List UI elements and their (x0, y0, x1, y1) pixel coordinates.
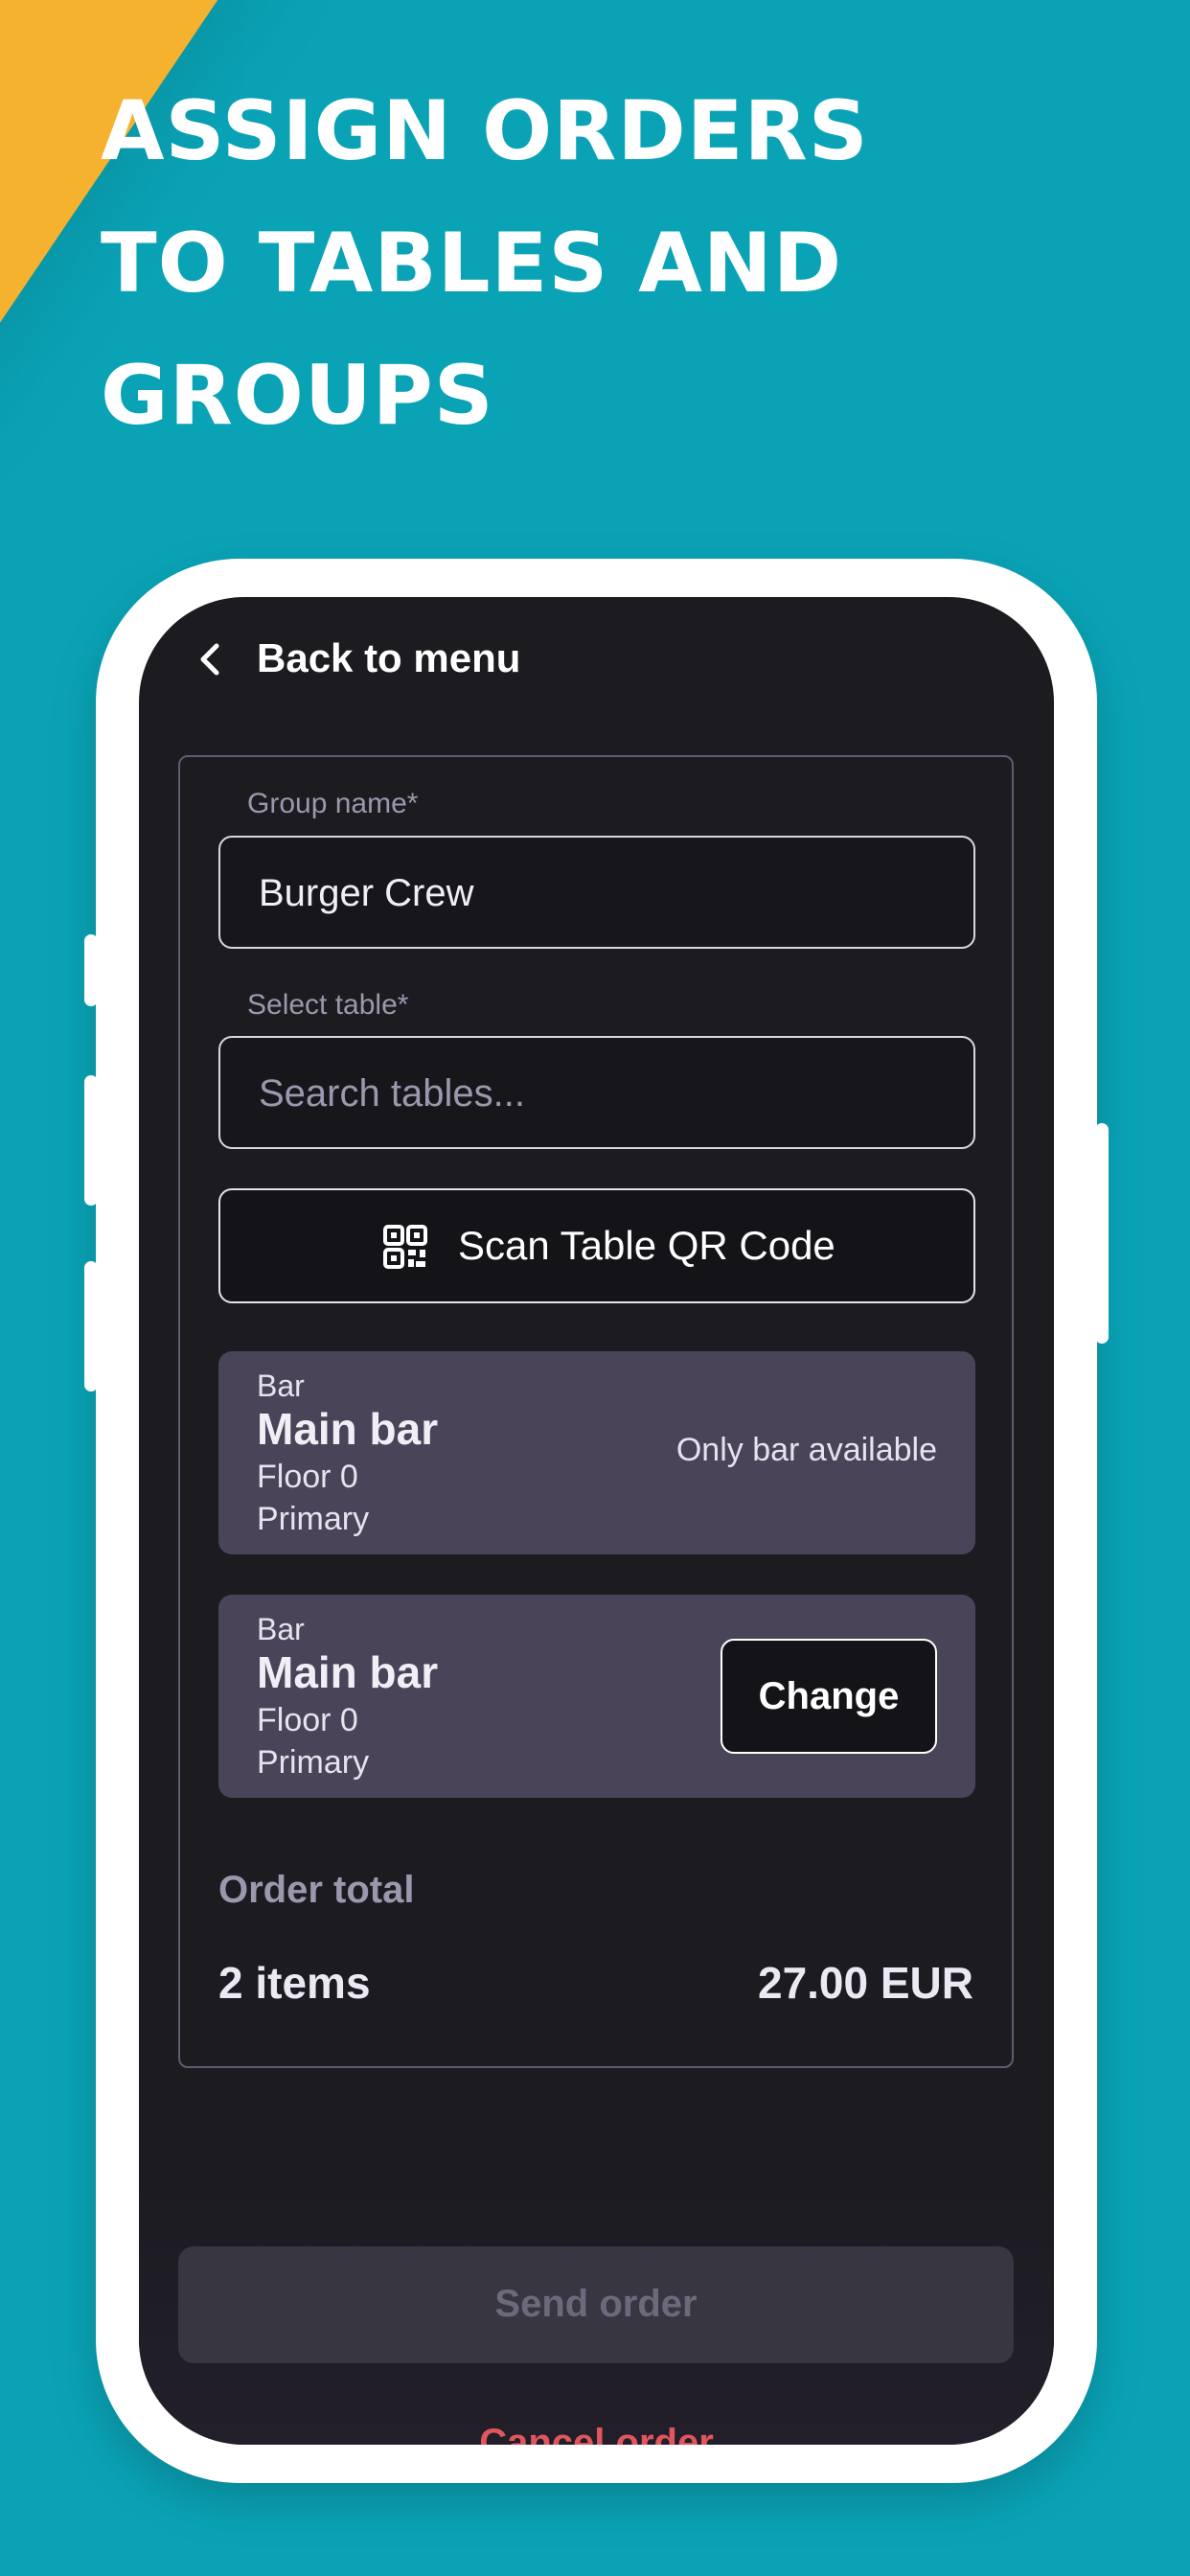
selected-table-main-bar: Bar Main bar Floor 0 Primary Change (218, 1595, 975, 1798)
table-search-placeholder: Search tables... (259, 1072, 525, 1115)
table-floor: Floor 0 (257, 1459, 358, 1495)
table-tag: Primary (257, 1501, 370, 1537)
select-table-label: Select table* (247, 989, 409, 1021)
phone-side-button (1095, 1123, 1109, 1344)
phone-side-button (84, 934, 98, 1006)
headline-line-3: GROUPS (101, 348, 494, 444)
table-type: Bar (257, 1612, 305, 1646)
scan-qr-label: Scan Table QR Code (458, 1223, 835, 1268)
cancel-order-link[interactable]: Cancel order (139, 2422, 1054, 2445)
order-assignment-card: Group name* Burger Crew Select table* Se… (178, 755, 1014, 2068)
table-search-input[interactable]: Search tables... (218, 1036, 975, 1149)
table-tag: Primary (257, 1744, 370, 1781)
order-total-label: Order total (218, 1869, 415, 1911)
table-name: Main bar (257, 1647, 439, 1697)
group-name-label: Group name* (247, 788, 419, 819)
headline-line-2: TO TABLES AND (101, 216, 843, 311)
send-order-button[interactable]: Send order (178, 2246, 1014, 2363)
change-table-button[interactable]: Change (721, 1639, 937, 1754)
phone-side-button (84, 1075, 98, 1206)
availability-note: Only bar available (675, 1432, 937, 1468)
back-to-menu-link[interactable]: Back to menu (257, 635, 520, 681)
group-name-value: Burger Crew (259, 872, 474, 914)
table-name: Main bar (257, 1404, 439, 1454)
promo-headline: ASSIGN ORDERS TO TABLES AND GROUPS (101, 65, 963, 462)
group-name-field[interactable]: Burger Crew (218, 836, 975, 949)
app-screen: Back to menu Group name* Burger Crew Sel… (139, 597, 1054, 2445)
scan-qr-button[interactable]: Scan Table QR Code (218, 1188, 975, 1303)
table-option-main-bar[interactable]: Bar Main bar Floor 0 Primary Only bar av… (218, 1351, 975, 1554)
headline-line-1: ASSIGN ORDERS (101, 83, 869, 179)
order-item-count: 2 items (218, 1958, 371, 2008)
phone-side-button (84, 1261, 98, 1392)
qr-code-icon (383, 1225, 427, 1269)
change-table-label: Change (758, 1675, 900, 1717)
table-type: Bar (257, 1368, 305, 1403)
table-floor: Floor 0 (257, 1702, 358, 1738)
order-total-amount: 27.00 EUR (757, 1958, 973, 2008)
send-order-label: Send order (494, 2283, 698, 2325)
top-bar: Back to menu (139, 597, 1054, 731)
chevron-left-icon[interactable] (192, 640, 230, 678)
